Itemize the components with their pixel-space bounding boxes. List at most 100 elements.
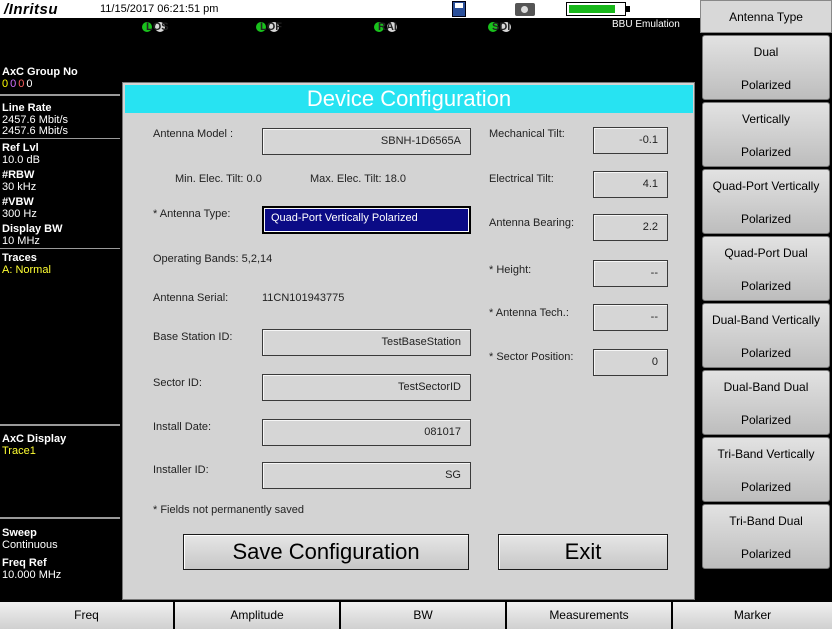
installer-id-field[interactable]: SG [262, 462, 471, 489]
softkey-quad-port-vertically-polarized[interactable]: Quad-Port Vertically Polarized [702, 169, 830, 234]
line-rate-label: Line Rate [2, 102, 52, 114]
axc-digit: 0 [2, 78, 11, 90]
softkey-menu-title: Antenna Type [700, 0, 832, 33]
vbw-value: 300 Hz [2, 208, 37, 220]
electrical-tilt-label: Electrical Tilt: [489, 173, 554, 185]
softkey-label: Polarized [740, 212, 792, 226]
base-station-id-field[interactable]: TestBaseStation [262, 329, 471, 356]
tab-freq[interactable]: Freq [0, 602, 175, 629]
antenna-tech-field[interactable]: -- [593, 304, 668, 331]
softkey-dual-band-vertically-polarized[interactable]: Dual-Band Vertically Polarized [702, 303, 830, 368]
softkey-label: Vertically [741, 112, 791, 126]
exit-button[interactable]: Exit [498, 534, 668, 570]
electrical-tilt-field[interactable]: 4.1 [593, 171, 668, 198]
softkey-label: Polarized [740, 480, 792, 494]
battery-icon [566, 2, 630, 16]
softkey-label: Dual-Band Vertically [711, 313, 821, 327]
sector-id-field[interactable]: TestSectorID [262, 374, 471, 401]
rbw-value: 30 kHz [2, 181, 37, 193]
save-configuration-button[interactable]: Save Configuration [183, 534, 469, 570]
brand-logo: /Inritsu [4, 1, 59, 18]
softkey-quad-port-dual-polarized[interactable]: Quad-Port Dual Polarized [702, 236, 830, 301]
softkey-label: Tri-Band Dual [729, 514, 803, 528]
softkey-label: Quad-Port Vertically [712, 179, 820, 193]
lof-indicator: LOF [256, 20, 282, 34]
softkey-label: Dual [753, 45, 779, 59]
softkey-tri-band-vertically-polarized[interactable]: Tri-Band Vertically Polarized [702, 437, 830, 502]
freq-ref-value: 10.000 MHz [2, 569, 62, 581]
display-bw-value: 10 MHz [2, 235, 40, 247]
sweep-label: Sweep [2, 527, 37, 539]
los-label: LOS [146, 21, 169, 33]
softkey-panel: Antenna Type Dual Polarized Vertically P… [700, 0, 832, 602]
title-strip: /Inritsu 11/15/2017 06:21:51 pm [0, 0, 700, 18]
divider [0, 138, 120, 139]
antenna-bearing-field[interactable]: 2.2 [593, 214, 668, 241]
dialog-title: Device Configuration [125, 85, 693, 113]
mechanical-tilt-label: Mechanical Tilt: [489, 128, 565, 140]
sector-id-label: Sector ID: [153, 377, 202, 389]
sdi-indicator: SDI [488, 20, 511, 34]
softkey-label: Dual-Band Dual [723, 380, 809, 394]
line-rate-value-2: 2457.6 Mbit/s [2, 125, 69, 137]
freq-ref-label: Freq Ref [2, 557, 47, 569]
save-icon[interactable] [452, 1, 466, 17]
softkey-tri-band-dual-polarized[interactable]: Tri-Band Dual Polarized [702, 504, 830, 569]
install-date-label: Install Date: [153, 421, 212, 433]
divider [0, 517, 120, 519]
height-field[interactable]: -- [593, 260, 668, 287]
tab-marker[interactable]: Marker [673, 602, 832, 629]
axc-group-label: AxC Group No [2, 66, 78, 78]
softkey-label: Polarized [740, 145, 792, 159]
left-info-panel: AxC Group No 0000 Line Rate 2457.6 Mbit/… [0, 62, 120, 602]
divider [0, 94, 120, 96]
rai-indicator: RAI [374, 20, 397, 34]
mechanical-tilt-field[interactable]: -0.1 [593, 127, 668, 154]
rai-label: RAI [378, 21, 397, 33]
vbw-label: #VBW [2, 196, 34, 208]
height-label: * Height: [489, 264, 532, 276]
operating-bands: Operating Bands: 5,2,14 [153, 253, 273, 265]
axc-group-value: 0000 [2, 78, 35, 90]
datetime: 11/15/2017 06:21:51 pm [100, 3, 219, 15]
axc-display-label: AxC Display [2, 433, 67, 445]
battery-fill [569, 5, 615, 13]
antenna-serial-label: Antenna Serial: [153, 292, 229, 304]
footnote: * Fields not permanently saved [153, 504, 305, 516]
rbw-label: #RBW [2, 169, 35, 181]
softkey-dual-polarized[interactable]: Dual Polarized [702, 35, 830, 100]
tab-bw[interactable]: BW [341, 602, 507, 629]
traces-value: A: Normal [2, 264, 51, 276]
softkey-label: Polarized [740, 78, 792, 92]
status-bar: /Inritsu 11/15/2017 06:21:51 pm LOS LOF … [0, 0, 700, 36]
sector-position-label: * Sector Position: [489, 351, 574, 363]
antenna-type-value: Quad-Port Vertically Polarized [265, 209, 468, 231]
install-date-field[interactable]: 081017 [262, 419, 471, 446]
antenna-model-field[interactable]: SBNH-1D6565A [262, 128, 471, 155]
camera-icon[interactable] [515, 3, 535, 16]
display-bw-label: Display BW [2, 223, 63, 235]
device-configuration-dialog: Device Configuration Antenna Model : SBN… [122, 82, 695, 600]
sector-position-field[interactable]: 0 [593, 349, 668, 376]
softkey-label: Tri-Band Vertically [717, 447, 815, 461]
antenna-type-field[interactable]: Quad-Port Vertically Polarized [262, 206, 471, 234]
installer-id-label: Installer ID: [153, 464, 209, 476]
antenna-serial-value: 11CN101943775 [262, 292, 345, 304]
max-elec-tilt: Max. Elec. Tilt: 18.0 [310, 173, 406, 185]
softkey-label: Polarized [740, 413, 792, 427]
axc-display-value: Trace1 [2, 445, 36, 457]
ref-lvl-value: 10.0 dB [2, 154, 40, 166]
bottom-menu-bar: Freq Amplitude BW Measurements Marker [0, 602, 832, 629]
tab-amplitude[interactable]: Amplitude [175, 602, 341, 629]
antenna-type-label: * Antenna Type: [153, 208, 231, 220]
softkey-vertically-polarized[interactable]: Vertically Polarized [702, 102, 830, 167]
ref-lvl-label: Ref Lvl [2, 142, 39, 154]
softkey-dual-band-dual-polarized[interactable]: Dual-Band Dual Polarized [702, 370, 830, 435]
softkey-label: Polarized [740, 346, 792, 360]
axc-digit: 0 [26, 78, 35, 90]
tab-measurements[interactable]: Measurements [507, 602, 673, 629]
mode-label: BBU Emulation [612, 19, 680, 30]
divider [0, 248, 120, 249]
antenna-model-label: Antenna Model : [153, 128, 234, 140]
divider [0, 424, 120, 426]
